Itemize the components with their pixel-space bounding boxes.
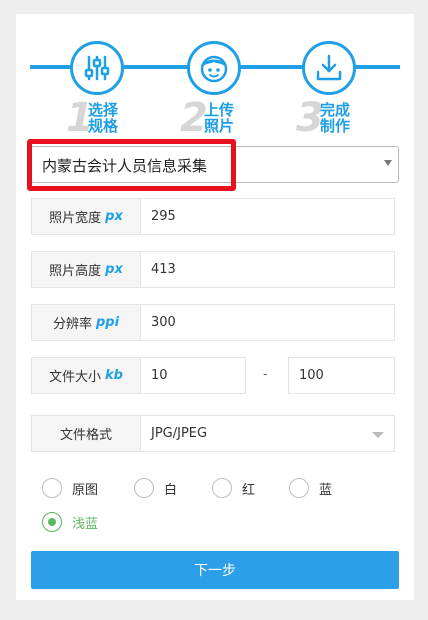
download-icon [316, 54, 342, 81]
filesize-label: 文件大小 kb [31, 357, 141, 394]
next-step-button[interactable]: 下一步 [31, 551, 399, 589]
resolution-input[interactable]: 300 [141, 304, 395, 341]
radio-circle[interactable] [289, 478, 309, 498]
radio-circle[interactable] [212, 478, 232, 498]
bg-option-blue[interactable]: 蓝 [289, 478, 332, 498]
sliders-icon [84, 55, 110, 81]
step-1-circle [70, 41, 124, 95]
radio-circle[interactable] [42, 478, 62, 498]
format-select-value: JPG/JPEG [151, 426, 208, 441]
bg-option-light-blue[interactable]: 浅蓝 [42, 512, 98, 532]
format-select[interactable]: JPG/JPEG [141, 415, 395, 452]
template-select[interactable]: 内蒙古会计人员信息采集 [31, 146, 399, 183]
step-progress: 1 选择 规格 2 上传 照片 3 完成 制作 [30, 24, 400, 138]
step-2-label: 上传 照片 [204, 101, 235, 135]
height-label: 照片高度 px [31, 251, 141, 288]
person-face-icon [200, 55, 228, 83]
width-input[interactable]: 295 [141, 198, 395, 235]
resolution-label: 分辨率 ppi [31, 304, 141, 341]
caret-down-icon [384, 160, 392, 166]
step-1-label: 选择 规格 [88, 101, 119, 135]
step-3-label: 完成 制作 [320, 101, 351, 135]
radio-circle-checked[interactable] [42, 512, 62, 532]
step-2-circle [187, 41, 241, 95]
radio-circle[interactable] [134, 478, 154, 498]
range-separator: - [263, 367, 268, 382]
width-label: 照片宽度 px [31, 198, 141, 235]
bg-option-red[interactable]: 红 [212, 478, 255, 498]
filesize-min-input[interactable]: 10 [141, 357, 246, 394]
height-input[interactable]: 413 [141, 251, 395, 288]
bg-option-white[interactable]: 白 [134, 478, 177, 498]
caret-down-icon [372, 432, 384, 438]
bg-option-original[interactable]: 原图 [42, 478, 98, 498]
template-select-value: 内蒙古会计人员信息采集 [42, 157, 208, 175]
format-label: 文件格式 [31, 415, 141, 452]
filesize-max-input[interactable]: 100 [288, 357, 395, 394]
step-3-circle [302, 41, 356, 95]
spec-card: 1 选择 规格 2 上传 照片 3 完成 制作 内蒙古会计人员信息采集 照片宽度 px … [16, 14, 414, 600]
